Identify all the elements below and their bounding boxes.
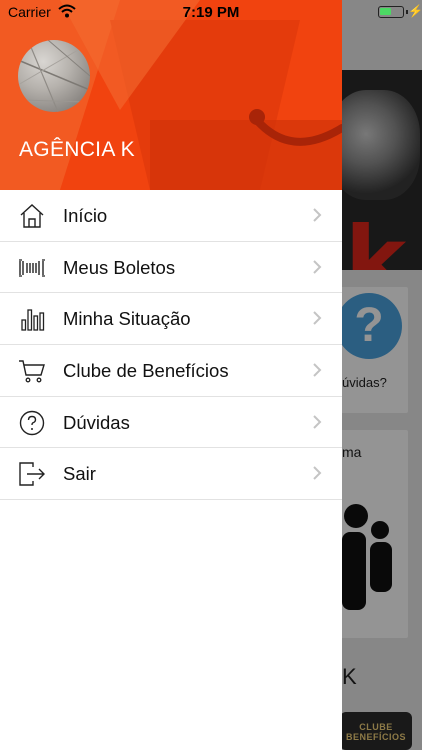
menu-item-duvidas[interactable]: Dúvidas [0, 397, 342, 449]
agency-name: AGÊNCIA K [19, 138, 135, 161]
side-drawer: AGÊNCIA K Início Meus Boletos Minha Situ… [0, 0, 342, 750]
bar-chart-icon [21, 309, 45, 332]
drawer-header: AGÊNCIA K [0, 0, 342, 190]
menu-item-inicio[interactable]: Início [0, 190, 342, 242]
battery-icon [378, 6, 408, 18]
chevron-right-icon [313, 311, 322, 326]
menu-item-meus-boletos[interactable]: Meus Boletos [0, 242, 342, 294]
chevron-right-icon [313, 208, 322, 222]
menu-item-minha-situacao[interactable]: Minha Situação [0, 293, 342, 346]
status-time: 7:19 PM [182, 4, 240, 21]
question-circle-icon [19, 410, 45, 435]
chevron-right-icon [313, 259, 322, 274]
charging-icon: ⚡ [408, 4, 422, 18]
agency-avatar[interactable] [18, 40, 90, 112]
barcode-icon [19, 259, 45, 277]
home-icon [20, 204, 44, 228]
exit-icon [19, 462, 45, 487]
menu-item-sair[interactable]: Sair [0, 448, 342, 501]
chevron-right-icon [313, 363, 322, 377]
chevron-right-icon [313, 466, 322, 481]
menu-item-label: Dúvidas [63, 411, 130, 433]
menu-item-label: Sair [63, 463, 96, 485]
cart-icon [19, 360, 45, 383]
menu-item-label: Minha Situação [63, 308, 191, 330]
drawer-menu: Início Meus Boletos Minha Situação Clube… [0, 190, 342, 501]
menu-item-clube-de-beneficios[interactable]: Clube de Benefícios [0, 345, 342, 397]
chevron-right-icon [313, 415, 322, 429]
status-bar: Carrier 7:19 PM ⚡ [0, 0, 422, 24]
menu-item-label: Clube de Benefícios [63, 360, 229, 382]
menu-item-label: Início [63, 205, 108, 226]
menu-item-label: Meus Boletos [63, 256, 176, 278]
